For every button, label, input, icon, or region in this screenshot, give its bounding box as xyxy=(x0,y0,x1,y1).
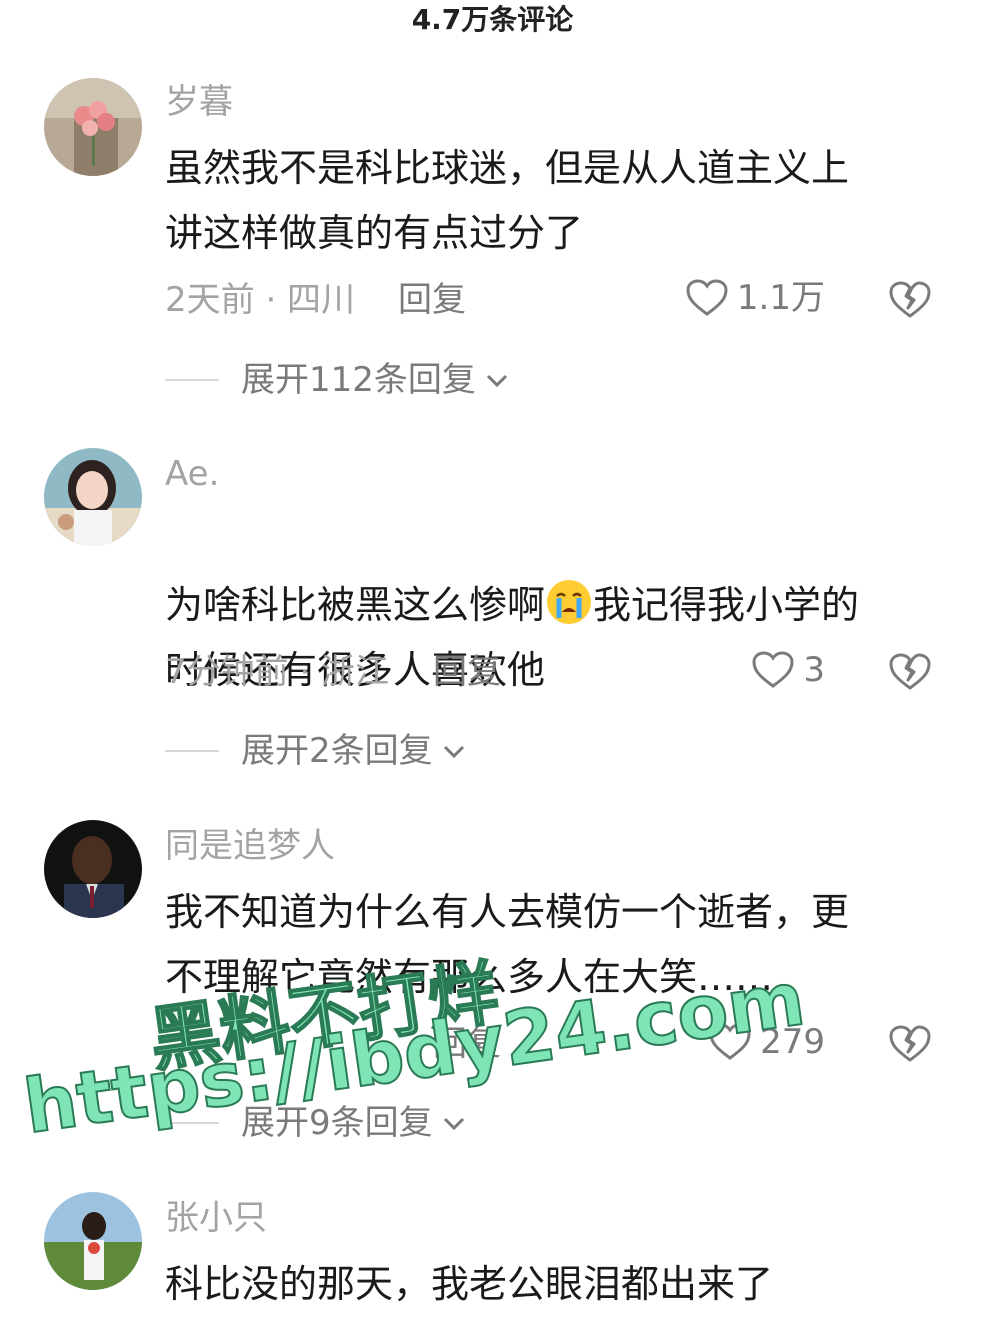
heart-icon xyxy=(709,1023,751,1060)
comment-text: 虽然我不是科比球迷，但是从人道主义上 讲这样做真的有点过分了 xyxy=(165,146,850,255)
avatar[interactable] xyxy=(44,820,142,918)
reply-button[interactable]: 回复 xyxy=(433,1024,501,1064)
comment-username[interactable]: Ae. xyxy=(165,454,219,494)
broken-heart-icon[interactable] xyxy=(888,650,932,694)
expand-replies-label: 展开2条回复 xyxy=(241,731,433,771)
comment-text: 我不知道为什么有人去模仿一个逝者，更 不理解它竟然有那么多人在大笑…… xyxy=(165,890,850,999)
comment-text: 科比没的那天，我老公眼泪都出来了 xyxy=(165,1262,774,1306)
divider-line xyxy=(165,379,219,381)
avatar[interactable] xyxy=(44,1192,142,1290)
expand-replies-label: 展开112条回复 xyxy=(241,360,476,400)
expand-replies-label: 展开9条回复 xyxy=(241,1103,433,1143)
like-count: 3 xyxy=(803,650,825,690)
comment-time-location: 2天前 · 四川 xyxy=(165,280,356,320)
heart-icon xyxy=(686,279,728,316)
like-button[interactable]: 1.1万 xyxy=(685,278,825,318)
chevron-down-icon xyxy=(443,1117,464,1131)
avatar[interactable] xyxy=(44,448,142,546)
like-count: 279 xyxy=(760,1022,825,1062)
comment-text-part: 为啥科比被黑这么惨啊 xyxy=(165,583,546,627)
comment-username[interactable]: 张小只 xyxy=(165,1198,267,1238)
comment-time-location: 7分钟前 · 浙江 xyxy=(165,652,390,692)
chevron-down-icon xyxy=(486,374,507,388)
heart-icon xyxy=(752,651,794,688)
expand-replies-button[interactable]: 展开2条回复 xyxy=(165,731,469,771)
expand-replies-button[interactable]: 展开112条回复 xyxy=(165,360,512,400)
avatar[interactable] xyxy=(44,78,142,176)
chevron-down-icon xyxy=(443,745,464,759)
like-button[interactable]: 3 xyxy=(751,650,825,690)
expand-replies-button[interactable]: 展开9条回复 xyxy=(165,1103,469,1143)
comment-count-title: 4.7万条评论 xyxy=(411,3,574,36)
divider-line xyxy=(165,750,219,752)
like-button[interactable]: 279 xyxy=(708,1022,825,1062)
divider-line xyxy=(165,1122,219,1124)
comment-username[interactable]: 岁暮 xyxy=(165,82,233,122)
like-count: 1.1万 xyxy=(736,278,825,318)
reply-button[interactable]: 回复 xyxy=(433,652,501,692)
broken-heart-icon[interactable] xyxy=(888,278,932,322)
comment-username[interactable]: 同是追梦人 xyxy=(165,826,335,866)
reply-button[interactable]: 回复 xyxy=(398,280,466,320)
crying-emoji-icon xyxy=(547,580,592,624)
broken-heart-icon[interactable] xyxy=(888,1022,932,1066)
